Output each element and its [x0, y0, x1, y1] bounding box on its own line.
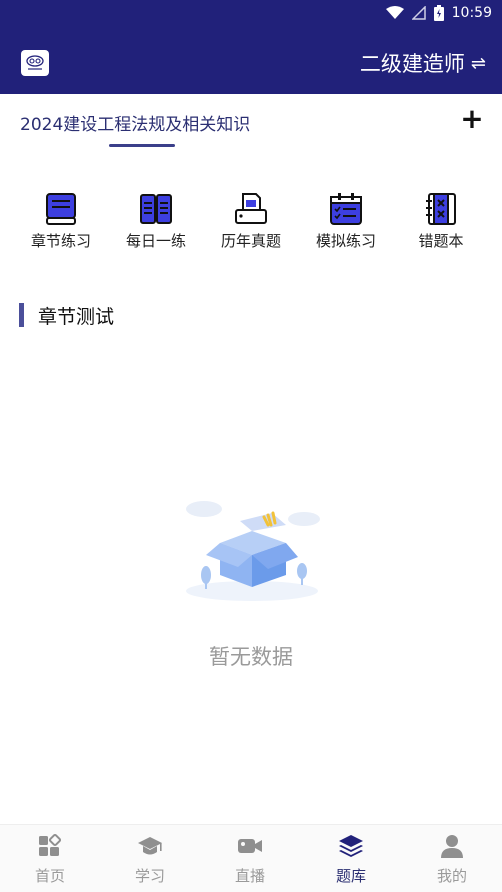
nav-question-bank[interactable]: 题库 — [301, 833, 401, 886]
home-grid-icon — [39, 833, 62, 856]
daily-book-icon — [140, 194, 172, 224]
chapter-book-icon — [46, 193, 76, 225]
section-accent-bar — [19, 303, 24, 327]
nav-label: 学习 — [134, 867, 165, 885]
quick-menu-label: 每日一练 — [125, 232, 186, 250]
exam-title: 二级建造师 — [359, 52, 465, 76]
nav-study[interactable]: 学习 — [100, 833, 200, 886]
subject-tab-indicator — [109, 144, 175, 147]
quick-menu-label: 历年真题 — [220, 232, 281, 250]
status-time: 10:59 — [451, 5, 492, 21]
video-camera-icon — [238, 839, 262, 853]
swap-icon: ⇌ — [470, 52, 486, 74]
status-icons: 10:59 — [385, 5, 492, 21]
quick-menu-wrong-book[interactable]: 错题本 — [393, 186, 489, 251]
printer-exam-icon — [235, 193, 267, 224]
quick-menu-label: 错题本 — [418, 232, 464, 250]
section-title: 章节测试 — [38, 305, 115, 328]
status-bar: 10:59 — [0, 0, 502, 30]
layers-icon — [339, 835, 363, 857]
nav-profile[interactable]: 我的 — [402, 833, 502, 886]
quick-menu: 章节练习 每日一练 历年真题 模拟练习 错题本 — [0, 186, 502, 256]
nav-label: 我的 — [436, 867, 467, 885]
signal-icon — [411, 6, 426, 20]
wrong-notebook-icon — [426, 193, 456, 225]
nav-label: 直播 — [234, 867, 265, 885]
app-logo — [21, 50, 49, 76]
section-header: 章节测试 — [19, 303, 115, 328]
person-icon — [441, 835, 463, 858]
battery-icon — [433, 5, 444, 21]
cloud-logo-icon — [26, 55, 44, 70]
wifi-icon — [385, 6, 404, 19]
exam-switcher[interactable]: 二级建造师 ⇌ — [360, 48, 486, 78]
quick-menu-label: 模拟练习 — [315, 232, 376, 250]
subject-tab-bar: 2024建设工程法规及相关知识 + — [0, 94, 502, 152]
add-subject-button[interactable]: + — [460, 104, 484, 134]
empty-box-illustration — [186, 501, 320, 601]
quick-menu-label: 章节练习 — [30, 232, 91, 250]
nav-label: 题库 — [335, 867, 366, 885]
nav-label: 首页 — [34, 867, 65, 885]
app-header: 二级建造师 ⇌ — [0, 30, 502, 94]
graduation-cap-icon — [138, 837, 162, 855]
nav-home[interactable]: 首页 — [0, 833, 100, 886]
nav-live[interactable]: 直播 — [200, 833, 300, 886]
empty-state-text: 暂无数据 — [209, 645, 293, 669]
calendar-check-icon — [330, 193, 362, 225]
quick-menu-mock-practice[interactable]: 模拟练习 — [298, 186, 394, 251]
quick-menu-chapter-practice[interactable]: 章节练习 — [13, 186, 109, 251]
subject-tab[interactable]: 2024建设工程法规及相关知识 — [20, 110, 250, 135]
quick-menu-daily-practice[interactable]: 每日一练 — [108, 186, 204, 251]
bottom-nav: 首页 学习 直播 题库 我的 — [0, 824, 502, 892]
quick-menu-past-exams[interactable]: 历年真题 — [203, 186, 299, 251]
